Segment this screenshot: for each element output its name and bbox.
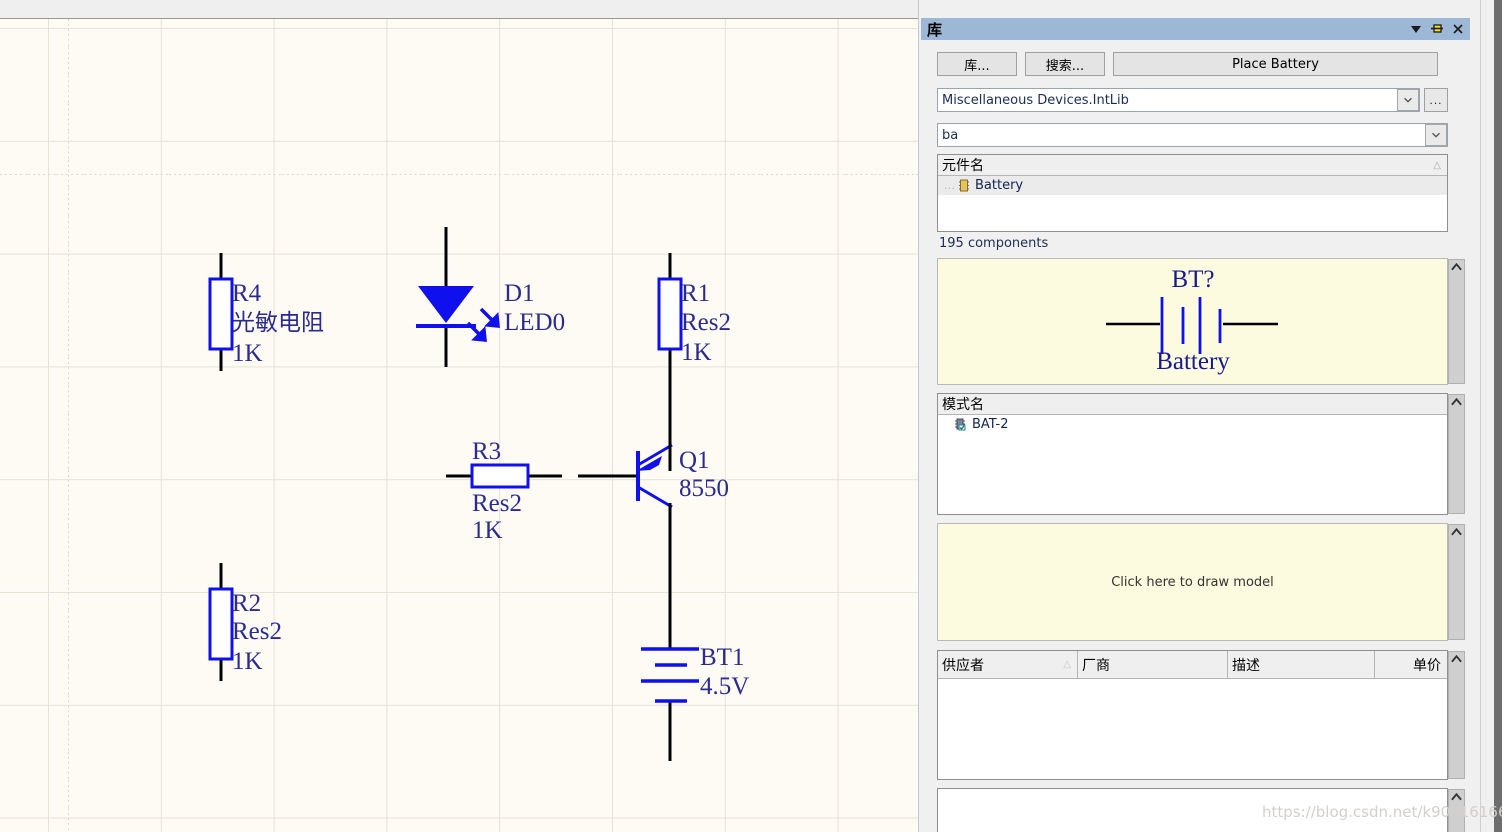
model-list[interactable]: 模式名 BAT-2 (937, 393, 1448, 515)
filter-input[interactable]: ba (937, 123, 1448, 147)
preview-name: Battery (1156, 348, 1230, 375)
chevron-down-icon[interactable] (1397, 89, 1419, 111)
label-r3-value: 1K (472, 517, 503, 544)
label-q1-name: 8550 (679, 475, 729, 502)
tree-dash-icon: … (944, 179, 955, 192)
collapse-bottom-section[interactable] (1448, 789, 1465, 832)
component-list[interactable]: 元件名 △ … Battery (937, 154, 1448, 232)
label-r4-value: 1K (232, 340, 263, 367)
column-label: 单价 (1413, 655, 1441, 675)
component-count-label: 195 components (939, 236, 1048, 251)
canvas-top-strip (0, 0, 918, 18)
label-r1-name: Res2 (681, 309, 731, 336)
column-header-unit-price[interactable]: 单价 (1375, 651, 1447, 678)
pin-icon[interactable] (1430, 22, 1444, 36)
panel-button-row: 库... 搜索... Place Battery (937, 52, 1438, 76)
column-label: 供应者 (942, 655, 984, 675)
filter-input-value: ba (938, 128, 1425, 143)
column-header-manufacturer[interactable]: 厂商 (1078, 651, 1228, 678)
chevron-down-icon[interactable] (1409, 22, 1423, 36)
collapse-supplier-table[interactable] (1448, 651, 1465, 779)
panel-titlebar[interactable]: 库 (921, 18, 1470, 40)
schematic-editor[interactable]: R4 光敏电阻 1K D1 LED0 R1 Res2 1K R3 Res2 1K… (0, 0, 918, 832)
label-d1-ref: D1 (504, 280, 535, 307)
component-list-header-label: 元件名 (942, 155, 984, 175)
supplier-table-header: 供应者 △ 厂商 描述 单价 (938, 651, 1447, 679)
model-list-header-label: 模式名 (942, 394, 984, 414)
window-edge (1494, 0, 1502, 832)
schematic-drawing: R4 光敏电阻 1K D1 LED0 R1 Res2 1K R3 Res2 1K… (0, 18, 918, 832)
column-header-description[interactable]: 描述 (1228, 651, 1375, 678)
chevron-down-icon[interactable] (1425, 124, 1447, 146)
footprint-icon (954, 418, 967, 431)
label-r1-ref: R1 (681, 280, 710, 307)
label-r2-value: 1K (232, 648, 263, 675)
application-window: R4 光敏电阻 1K D1 LED0 R1 Res2 1K R3 Res2 1K… (0, 0, 1502, 832)
component-icon (958, 179, 970, 192)
panel-body: 库... 搜索... Place Battery Miscellaneous D… (921, 40, 1470, 832)
collapse-model-draw[interactable] (1448, 524, 1465, 640)
library-select[interactable]: Miscellaneous Devices.IntLib (937, 88, 1420, 112)
label-r2-name: Res2 (232, 618, 282, 645)
collapse-symbol-preview[interactable] (1448, 259, 1465, 384)
close-icon[interactable] (1451, 22, 1465, 36)
label-r3-name: Res2 (472, 490, 522, 517)
component-r3[interactable] (472, 465, 528, 487)
preview-designator: BT? (1171, 266, 1214, 293)
list-item-label: BAT-2 (972, 417, 1009, 432)
ellipsis-icon: ... (1429, 97, 1442, 103)
draw-model-hint[interactable]: Click here to draw model (938, 524, 1447, 640)
column-header-supplier[interactable]: 供应者 △ (938, 651, 1078, 678)
supplier-table[interactable]: 供应者 △ 厂商 描述 单价 (937, 650, 1448, 780)
collapse-model-list[interactable] (1448, 394, 1465, 514)
library-button[interactable]: 库... (937, 52, 1017, 76)
label-bt1-ref: BT1 (700, 644, 744, 671)
label-r4-name: 光敏电阻 (232, 310, 324, 336)
search-button[interactable]: 搜索... (1025, 52, 1105, 76)
sort-ascending-icon[interactable]: △ (1433, 160, 1447, 171)
model-draw-area[interactable]: Click here to draw model (937, 523, 1448, 641)
list-item[interactable]: … Battery (938, 176, 1447, 195)
schematic-canvas[interactable]: R4 光敏电阻 1K D1 LED0 R1 Res2 1K R3 Res2 1K… (0, 18, 918, 832)
library-select-value: Miscellaneous Devices.IntLib (938, 93, 1397, 108)
label-d1-name: LED0 (504, 309, 565, 336)
label-r1-value: 1K (681, 339, 712, 366)
component-r1[interactable] (659, 279, 681, 349)
label-r2-ref: R2 (232, 590, 261, 617)
component-q1[interactable] (636, 395, 672, 513)
library-panel: 库 (918, 0, 1502, 832)
sort-ascending-icon[interactable]: △ (1063, 659, 1071, 670)
list-item-label: Battery (975, 178, 1023, 193)
component-r4[interactable] (210, 279, 232, 349)
symbol-preview: BT? Battery (937, 258, 1448, 385)
place-battery-button[interactable]: Place Battery (1113, 52, 1438, 76)
component-list-header: 元件名 △ (938, 155, 1447, 176)
panel-title: 库 (921, 19, 942, 40)
component-bt1[interactable] (641, 649, 699, 701)
component-d1[interactable] (416, 286, 498, 340)
label-r3-ref: R3 (472, 438, 501, 465)
label-r4-ref: R4 (232, 280, 262, 307)
model-list-header: 模式名 (938, 394, 1447, 415)
bottom-panel-section[interactable] (937, 788, 1448, 832)
column-label: 厂商 (1082, 655, 1110, 675)
component-r2[interactable] (210, 589, 232, 659)
symbol-preview-drawing: BT? Battery (938, 259, 1449, 386)
label-bt1-name: 4.5V (700, 673, 749, 700)
list-item[interactable]: BAT-2 (938, 415, 1447, 434)
label-q1-ref: Q1 (679, 447, 710, 474)
column-label: 描述 (1232, 655, 1260, 675)
browse-libraries-button[interactable]: ... (1424, 88, 1448, 112)
